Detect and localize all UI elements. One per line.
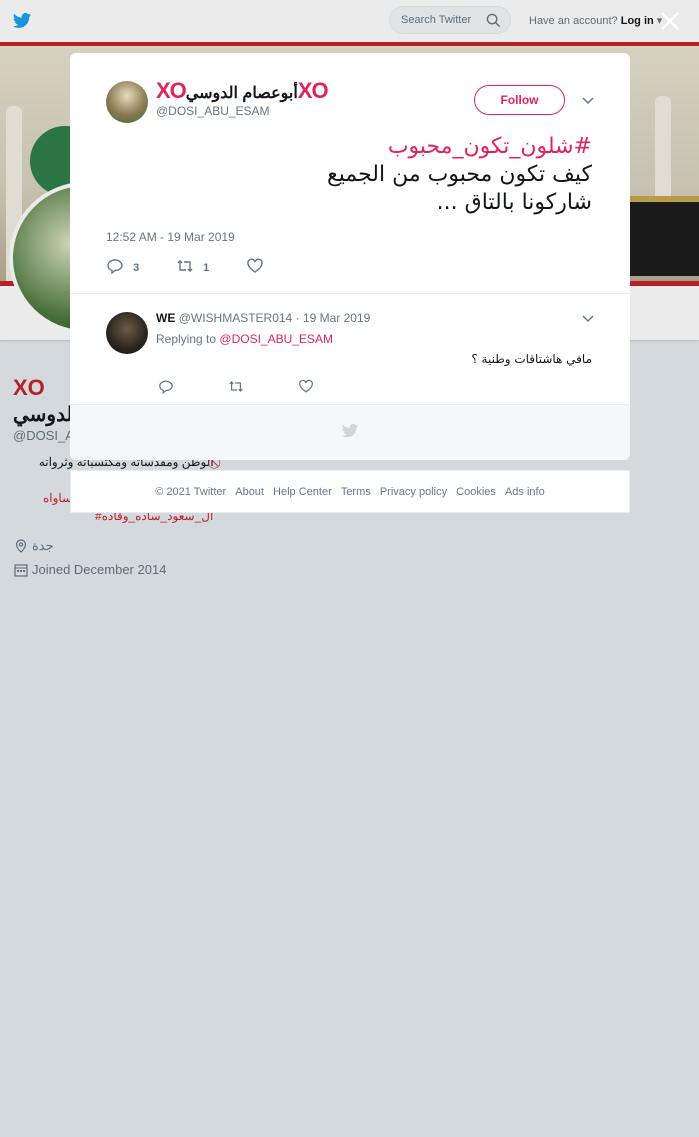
author-avatar[interactable]: [106, 81, 148, 123]
twitter-bird-icon: [341, 423, 359, 438]
reply-author-handle[interactable]: @WISHMASTER014: [179, 311, 293, 325]
footer-copyright: © 2021 Twitter: [155, 486, 227, 498]
reply-text: مافي هاشتاقات وطنية ؟: [471, 352, 592, 366]
reply-retweet-action[interactable]: [228, 379, 244, 394]
author-display-name: أبوعصام الدوسي: [185, 85, 298, 102]
footer-link-cookies[interactable]: Cookies: [456, 486, 496, 498]
replying-to: Replying to @DOSI_ABU_ESAM: [156, 332, 333, 346]
heart-icon[interactable]: [246, 258, 264, 274]
footer-link-terms[interactable]: Terms: [341, 486, 371, 498]
reply-icon[interactable]: [106, 258, 124, 275]
reply-action[interactable]: 3: [106, 258, 140, 275]
replying-to-handle[interactable]: @DOSI_ABU_ESAM: [219, 332, 333, 346]
reply-icon[interactable]: [158, 379, 174, 395]
reply-header: WE @WISHMASTER014 · 19 Mar 2019: [156, 311, 370, 325]
reply-reply-action[interactable]: [158, 379, 174, 395]
reply-author-avatar[interactable]: [106, 312, 148, 354]
author-handle[interactable]: @DOSI_ABU_ESAM: [156, 104, 270, 118]
author-name[interactable]: XOأبوعصام الدوسيXO: [156, 78, 329, 104]
site-footer: © 2021 Twitter About Help Center Terms P…: [70, 470, 630, 513]
tweet-hashtag[interactable]: #شلون_تكون_محبوب: [106, 133, 592, 161]
footer-link-help-center[interactable]: Help Center: [273, 486, 332, 498]
reply-author-name[interactable]: WE: [156, 311, 175, 325]
tweet-timestamp[interactable]: 12:52 AM - 19 Mar 2019: [106, 230, 235, 244]
chevron-down-icon[interactable]: [582, 97, 594, 105]
heart-icon[interactable]: [298, 379, 314, 394]
follow-button[interactable]: Follow: [474, 85, 565, 115]
tweet-modal: XOأبوعصام الدوسيXO @DOSI_ABU_ESAM Follow…: [70, 53, 630, 460]
reply-count: 3: [133, 262, 140, 274]
retweet-action[interactable]: 1: [176, 258, 209, 274]
footer-link-privacy[interactable]: Privacy policy: [380, 486, 447, 498]
retweet-icon[interactable]: [176, 258, 194, 274]
tweet-text: #شلون_تكون_محبوب كيف تكون محبوب من الجمي…: [106, 133, 592, 217]
xo-emoji-left: XO: [156, 78, 187, 103]
chevron-down-icon[interactable]: [582, 315, 594, 323]
close-icon[interactable]: [659, 10, 681, 32]
retweet-icon[interactable]: [228, 379, 244, 394]
replying-to-label: Replying to: [156, 332, 217, 346]
modal-footer: [70, 404, 630, 460]
tweet-divider: [70, 293, 630, 294]
reply-date[interactable]: · 19 Mar 2019: [296, 311, 371, 325]
like-action[interactable]: [246, 258, 264, 274]
xo-emoji-right: XO: [297, 78, 329, 103]
reply-like-action[interactable]: [298, 379, 314, 394]
footer-link-ads-info[interactable]: Ads info: [505, 486, 545, 498]
footer-link-about[interactable]: About: [235, 486, 264, 498]
retweet-count: 1: [203, 262, 210, 274]
tweet-line-2: شاركونا بالتاق ...: [436, 190, 592, 215]
tweet-line-1: كيف تكون محبوب من الجميع: [327, 162, 592, 187]
